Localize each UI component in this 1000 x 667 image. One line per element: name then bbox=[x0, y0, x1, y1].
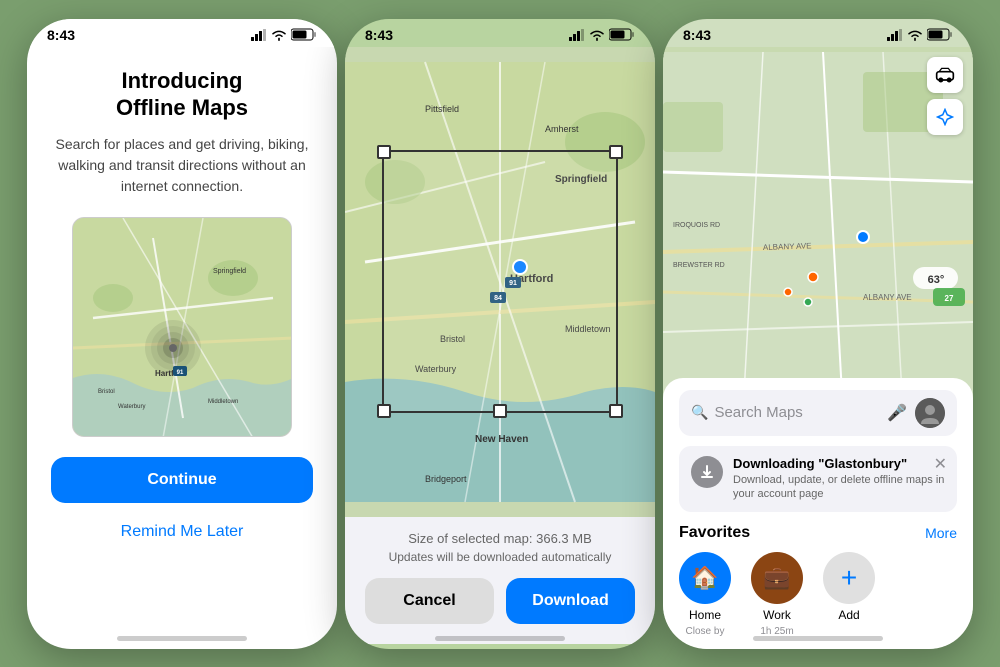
phone-3: 8:43 bbox=[663, 19, 973, 649]
map-full-2: Pittsfield Amherst Springfield Hartford … bbox=[345, 47, 655, 517]
favorites-row: 🏠 Home Close by 💼 Work 1h 25m + Add bbox=[679, 552, 957, 637]
home-icon: 🏠 bbox=[679, 552, 731, 604]
download-progress-icon bbox=[691, 456, 723, 488]
bottom-panel: 🔍 Search Maps 🎤 bbox=[663, 378, 973, 649]
home-indicator-1 bbox=[117, 636, 247, 641]
battery-icon-1 bbox=[291, 28, 317, 41]
svg-text:Middletown: Middletown bbox=[208, 399, 238, 405]
home-indicator-2 bbox=[435, 636, 565, 641]
svg-text:Bristol: Bristol bbox=[98, 389, 115, 395]
svg-text:Springfield: Springfield bbox=[213, 268, 246, 275]
home-sublabel: Close by bbox=[686, 626, 725, 637]
signal-icon-1 bbox=[251, 29, 267, 41]
corner-bl bbox=[377, 404, 391, 418]
downloading-banner: Downloading "Glastonbury" Download, upda… bbox=[679, 446, 957, 512]
remind-later-button[interactable]: Remind Me Later bbox=[113, 515, 252, 549]
battery-icon-3 bbox=[927, 28, 953, 41]
status-bar-2: 8:43 bbox=[345, 19, 655, 47]
search-input[interactable]: Search Maps bbox=[714, 404, 887, 421]
favorite-home[interactable]: 🏠 Home Close by bbox=[679, 552, 731, 637]
wifi-icon-3 bbox=[907, 29, 923, 41]
svg-text:BREWSTER RD: BREWSTER RD bbox=[673, 262, 725, 269]
screen1-content: Introducing Offline Maps Search for plac… bbox=[27, 47, 337, 637]
add-icon: + bbox=[823, 552, 875, 604]
home-label: Home bbox=[689, 608, 721, 622]
map-full-3: 63° ALBANY AVE ALBANY AVE IROQUOIS RD BR… bbox=[663, 47, 973, 417]
svg-text:63°: 63° bbox=[928, 274, 945, 286]
offline-desc: Search for places and get driving, bikin… bbox=[51, 134, 313, 197]
close-banner-button[interactable]: ✕ bbox=[934, 454, 947, 474]
work-icon: 💼 bbox=[751, 552, 803, 604]
corner-tr bbox=[609, 145, 623, 159]
svg-text:New Haven: New Haven bbox=[475, 434, 528, 445]
search-bar[interactable]: 🔍 Search Maps 🎤 bbox=[679, 390, 957, 436]
work-label: Work bbox=[763, 608, 791, 622]
svg-text:ALBANY AVE: ALBANY AVE bbox=[763, 241, 812, 252]
time-3: 8:43 bbox=[683, 27, 711, 43]
signal-icon-3 bbox=[887, 29, 903, 41]
battery-icon-2 bbox=[609, 28, 635, 41]
time-1: 8:43 bbox=[47, 27, 75, 43]
auto-text: Updates will be downloaded automatically bbox=[365, 550, 635, 564]
banner-title: Downloading "Glastonbury" bbox=[733, 456, 945, 471]
svg-text:Pittsfield: Pittsfield bbox=[425, 104, 459, 114]
status-bar-3: 8:43 bbox=[663, 19, 973, 47]
favorite-work[interactable]: 💼 Work 1h 25m bbox=[751, 552, 803, 637]
user-avatar[interactable] bbox=[915, 398, 945, 428]
corner-tl bbox=[377, 145, 391, 159]
time-2: 8:43 bbox=[365, 27, 393, 43]
map-preview-1: Springfield Hartford Bristol Waterbury M… bbox=[72, 217, 292, 437]
status-icons-2 bbox=[569, 28, 635, 41]
corner-br bbox=[609, 404, 623, 418]
size-text: Size of selected map: 366.3 MB bbox=[365, 531, 635, 546]
svg-text:ALBANY AVE: ALBANY AVE bbox=[863, 293, 912, 302]
signal-icon-2 bbox=[569, 29, 585, 41]
svg-text:Bridgeport: Bridgeport bbox=[425, 474, 467, 484]
car-mode-button[interactable] bbox=[927, 57, 963, 93]
location-button[interactable] bbox=[927, 99, 963, 135]
wifi-icon-2 bbox=[589, 29, 605, 41]
download-panel: Size of selected map: 366.3 MB Updates w… bbox=[345, 517, 655, 644]
wifi-icon-1 bbox=[271, 29, 287, 41]
home-indicator-3 bbox=[753, 636, 883, 641]
svg-text:27: 27 bbox=[945, 294, 954, 303]
status-bar-1: 8:43 bbox=[27, 19, 337, 47]
phone-2: 8:43 bbox=[345, 19, 655, 649]
search-icon: 🔍 bbox=[691, 404, 708, 421]
favorites-title: Favorites bbox=[679, 524, 750, 542]
svg-text:Waterbury: Waterbury bbox=[118, 404, 145, 410]
favorite-add[interactable]: + Add bbox=[823, 552, 875, 637]
map-controls bbox=[927, 57, 963, 135]
cancel-button[interactable]: Cancel bbox=[365, 578, 494, 624]
offline-title: Introducing Offline Maps bbox=[116, 67, 248, 122]
banner-desc: Download, update, or delete offline maps… bbox=[733, 473, 945, 502]
download-button[interactable]: Download bbox=[506, 578, 635, 624]
download-buttons: Cancel Download bbox=[365, 578, 635, 624]
status-icons-3 bbox=[887, 28, 953, 41]
svg-text:91: 91 bbox=[177, 370, 184, 376]
favorites-section: Favorites More 🏠 Home Close by 💼 Work 1h… bbox=[679, 524, 957, 637]
more-link[interactable]: More bbox=[925, 525, 957, 541]
phone-1: 8:43 Introducing Offline Maps Search for… bbox=[27, 19, 337, 649]
favorites-header: Favorites More bbox=[679, 524, 957, 542]
microphone-icon[interactable]: 🎤 bbox=[887, 403, 907, 423]
download-text: Downloading "Glastonbury" Download, upda… bbox=[733, 456, 945, 502]
continue-button[interactable]: Continue bbox=[51, 457, 313, 503]
svg-text:Amherst: Amherst bbox=[545, 124, 579, 134]
add-label: Add bbox=[838, 608, 859, 622]
status-icons-1 bbox=[251, 28, 317, 41]
selection-box bbox=[382, 150, 618, 413]
search-right-icons: 🎤 bbox=[887, 398, 945, 428]
svg-text:IROQUOIS RD: IROQUOIS RD bbox=[673, 222, 720, 229]
map-illustration-1: Springfield Hartford Bristol Waterbury M… bbox=[73, 218, 292, 437]
corner-bm bbox=[493, 404, 507, 418]
